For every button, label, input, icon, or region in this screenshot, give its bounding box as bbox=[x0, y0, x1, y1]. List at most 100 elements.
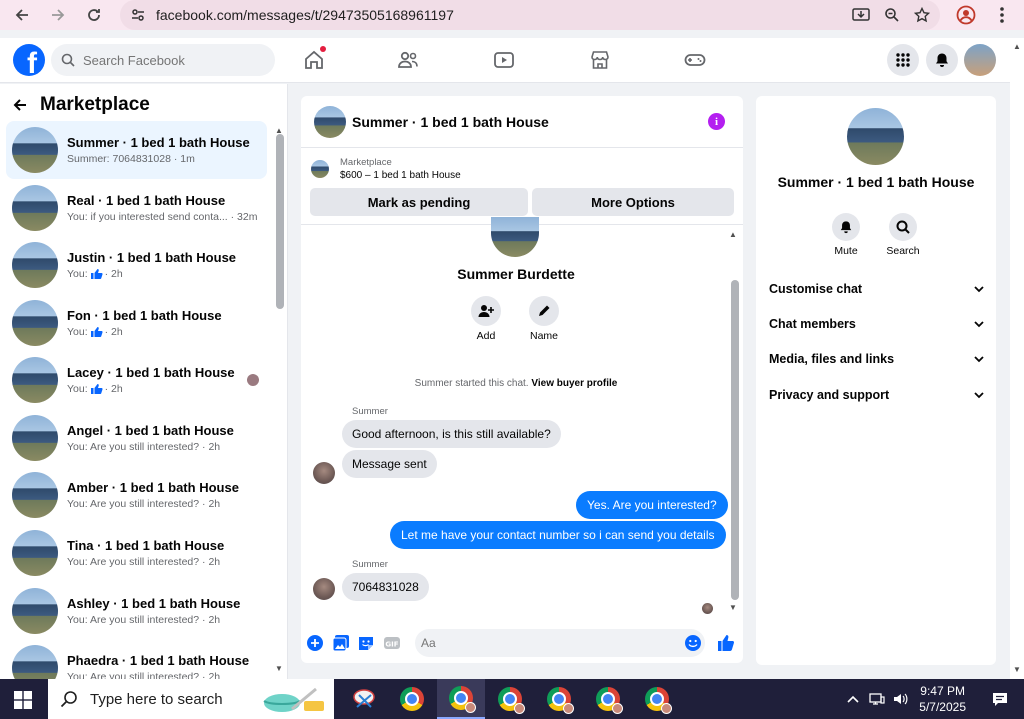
network-icon[interactable] bbox=[869, 692, 885, 706]
scroll-up-icon[interactable]: ▲ bbox=[729, 230, 737, 239]
listing-summary[interactable]: Marketplace $600 – 1 bed 1 bath House bbox=[301, 149, 743, 189]
tray-chevron-up-icon[interactable] bbox=[847, 695, 859, 703]
bookmark-star-icon[interactable] bbox=[914, 7, 930, 23]
marketplace-icon[interactable] bbox=[588, 48, 612, 72]
chat-members-section[interactable]: Chat members bbox=[769, 314, 984, 334]
chat-panel: Summer · 1 bed 1 bath House i Marketplac… bbox=[301, 96, 743, 663]
name-label: Name bbox=[529, 330, 558, 342]
listing-profile-picture[interactable] bbox=[847, 108, 904, 165]
scroll-down-icon[interactable]: ▼ bbox=[1013, 665, 1021, 674]
home-icon[interactable] bbox=[302, 46, 326, 72]
chrome-profile-icon[interactable] bbox=[486, 679, 534, 719]
incoming-message[interactable]: Message sent bbox=[342, 450, 437, 478]
message-input[interactable] bbox=[415, 629, 675, 657]
site-info-icon[interactable] bbox=[120, 7, 156, 23]
conversation-item[interactable]: Angel · 1 bed 1 bath House You: Are you … bbox=[6, 409, 267, 467]
notification-center-icon[interactable] bbox=[992, 691, 1008, 707]
mute-bell-icon[interactable] bbox=[832, 213, 860, 241]
chrome-profile-icon[interactable] bbox=[437, 679, 485, 719]
info-icon[interactable]: i bbox=[708, 113, 725, 130]
more-options-button[interactable]: More Options bbox=[532, 188, 734, 216]
sender-label: Summer bbox=[352, 406, 388, 417]
chrome-icon[interactable] bbox=[388, 679, 436, 719]
conversation-item[interactable]: Fon · 1 bed 1 bath House You: · 2h bbox=[6, 294, 267, 352]
windows-start-icon[interactable] bbox=[14, 691, 32, 709]
browser-menu-icon[interactable] bbox=[994, 4, 1010, 26]
sender-avatar[interactable] bbox=[313, 462, 335, 484]
facebook-search[interactable] bbox=[51, 44, 275, 76]
facebook-logo-icon[interactable]: f bbox=[13, 44, 45, 76]
browser-profile-icon[interactable] bbox=[956, 5, 976, 25]
plus-circle-icon[interactable] bbox=[306, 634, 324, 652]
section-label: Customise chat bbox=[769, 282, 863, 296]
chat-title[interactable]: Summer · 1 bed 1 bath House bbox=[352, 114, 549, 130]
conversation-item[interactable]: Summer · 1 bed 1 bath House Summer: 7064… bbox=[6, 121, 267, 179]
notifications-bell-icon[interactable] bbox=[926, 44, 958, 76]
gaming-icon[interactable] bbox=[683, 48, 707, 72]
menu-grid-icon[interactable] bbox=[887, 44, 919, 76]
conversation-preview: Summer: 7064831028 · 1m bbox=[67, 153, 195, 165]
customise-chat-section[interactable]: Customise chat bbox=[769, 279, 984, 299]
conversation-item[interactable]: Lacey · 1 bed 1 bath House You: · 2h bbox=[6, 351, 267, 409]
thumbs-up-icon[interactable] bbox=[717, 634, 735, 652]
incoming-message[interactable]: 7064831028 bbox=[342, 573, 429, 601]
install-app-icon[interactable] bbox=[852, 7, 870, 23]
video-icon[interactable] bbox=[492, 48, 516, 72]
incoming-message[interactable]: Good afternoon, is this still available? bbox=[342, 420, 561, 448]
conversation-item[interactable]: Ashley · 1 bed 1 bath House You: Are you… bbox=[6, 582, 267, 640]
conversation-item[interactable]: Justin · 1 bed 1 bath House You: · 2h bbox=[6, 236, 267, 294]
friends-icon[interactable] bbox=[396, 48, 420, 72]
preview-time: · 2h bbox=[104, 383, 123, 395]
add-label: Add bbox=[476, 330, 496, 342]
listing-thumbnail bbox=[12, 588, 58, 634]
conversation-scrollbar[interactable] bbox=[276, 134, 284, 309]
facebook-search-input[interactable] bbox=[83, 52, 253, 68]
gif-icon[interactable]: GIF bbox=[383, 634, 401, 652]
sticker-icon[interactable] bbox=[357, 634, 375, 652]
listing-mini-thumbnail bbox=[311, 160, 329, 178]
message-input-box[interactable] bbox=[415, 629, 705, 657]
conversation-item[interactable]: Phaedra · 1 bed 1 bath House You: Are yo… bbox=[6, 639, 267, 679]
back-icon[interactable] bbox=[4, 0, 40, 30]
media-files-links-section[interactable]: Media, files and links bbox=[769, 349, 984, 369]
photo-icon[interactable] bbox=[332, 634, 350, 652]
chat-thumbnail[interactable] bbox=[314, 105, 346, 138]
conversation-item[interactable]: Amber · 1 bed 1 bath House You: Are you … bbox=[6, 466, 267, 524]
outgoing-message[interactable]: Let me have your contact number so i can… bbox=[390, 521, 726, 549]
conversation-preview: You: · 2h bbox=[67, 383, 235, 395]
chrome-profile-icon[interactable] bbox=[535, 679, 583, 719]
conversation-item[interactable]: Tina · 1 bed 1 bath House You: Are you s… bbox=[6, 524, 267, 582]
chrome-profile-icon[interactable] bbox=[584, 679, 632, 719]
zoom-icon[interactable] bbox=[884, 7, 900, 23]
sender-avatar[interactable] bbox=[313, 578, 335, 600]
message-scrollbar[interactable] bbox=[731, 280, 739, 600]
scroll-up-icon[interactable]: ▲ bbox=[1013, 42, 1021, 51]
search-icon[interactable] bbox=[889, 213, 917, 241]
snipping-tool-icon[interactable] bbox=[340, 679, 388, 719]
conversation-name: Justin · 1 bed 1 bath House bbox=[67, 250, 237, 265]
search-icon bbox=[61, 53, 75, 67]
back-arrow-icon[interactable] bbox=[12, 97, 28, 113]
listing-thumbnail bbox=[12, 357, 58, 403]
scroll-down-icon[interactable]: ▼ bbox=[275, 664, 283, 673]
address-bar[interactable]: facebook.com/messages/t/2947350516896119… bbox=[120, 0, 940, 30]
edit-name-icon[interactable] bbox=[529, 296, 559, 326]
forward-icon[interactable] bbox=[40, 0, 76, 30]
page-scrollbar[interactable]: ▲ ▼ bbox=[1010, 38, 1024, 679]
marketplace-conversations-panel: Marketplace ▲ ▼ Summer · 1 bed 1 bath Ho… bbox=[0, 84, 288, 679]
chrome-profile-icon[interactable] bbox=[633, 679, 681, 719]
taskbar-search[interactable]: Type here to search bbox=[48, 679, 334, 719]
conversation-details-panel: Summer · 1 bed 1 bath House Mute Search … bbox=[756, 96, 996, 665]
emoji-icon[interactable] bbox=[684, 634, 702, 652]
privacy-support-section[interactable]: Privacy and support bbox=[769, 385, 984, 405]
account-avatar[interactable] bbox=[964, 44, 996, 76]
reload-icon[interactable] bbox=[76, 0, 112, 30]
mark-as-pending-button[interactable]: Mark as pending bbox=[310, 188, 528, 216]
view-buyer-profile-link[interactable]: View buyer profile bbox=[531, 378, 617, 389]
volume-icon[interactable] bbox=[893, 692, 909, 706]
outgoing-message[interactable]: Yes. Are you interested? bbox=[576, 491, 728, 519]
add-person-icon[interactable] bbox=[471, 296, 501, 326]
taskbar-clock[interactable]: 9:47 PM 5/7/2025 bbox=[919, 683, 966, 715]
conversation-item[interactable]: Real · 1 bed 1 bath House You: if you in… bbox=[6, 179, 267, 237]
scroll-down-icon[interactable]: ▼ bbox=[729, 603, 737, 612]
